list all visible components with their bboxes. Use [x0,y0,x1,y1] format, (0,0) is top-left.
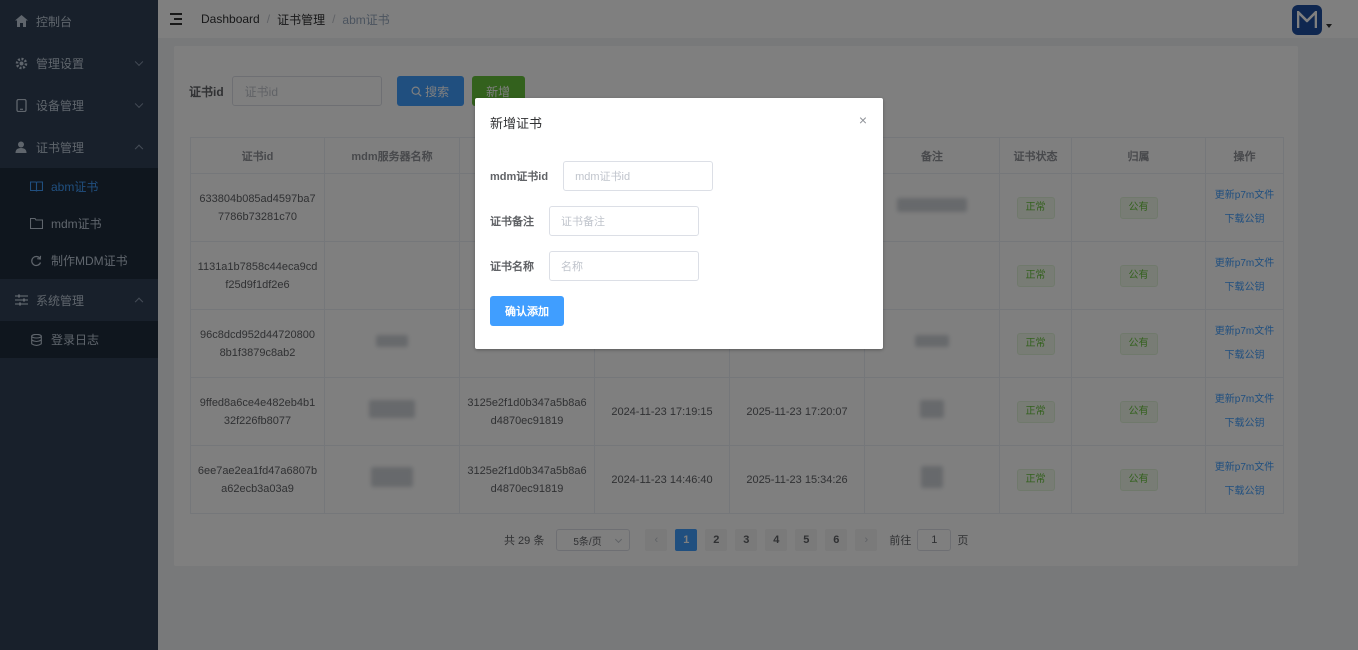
mdm-cert-id-label: mdm证书id [490,171,549,183]
add-cert-dialog: 新增证书 × mdm证书id mdm证书id 证书备注 证书备注 证书名称 名称… [475,98,883,349]
form-row-cert-name: 证书名称 名称 [490,251,699,281]
mdm-cert-id-input[interactable]: mdm证书id [563,161,714,191]
form-row-cert-remark: 证书备注 证书备注 [490,206,699,236]
confirm-add-button[interactable]: 确认添加 [490,296,564,326]
cert-name-input[interactable]: 名称 [549,251,699,281]
form-row-mdm-cert-id: mdm证书id mdm证书id [490,161,714,191]
dialog-title: 新增证书 [490,116,543,131]
cert-name-label: 证书名称 [490,261,534,273]
cert-remark-input[interactable]: 证书备注 [549,206,699,236]
close-icon[interactable]: × [859,112,867,128]
cert-remark-label: 证书备注 [490,216,534,228]
